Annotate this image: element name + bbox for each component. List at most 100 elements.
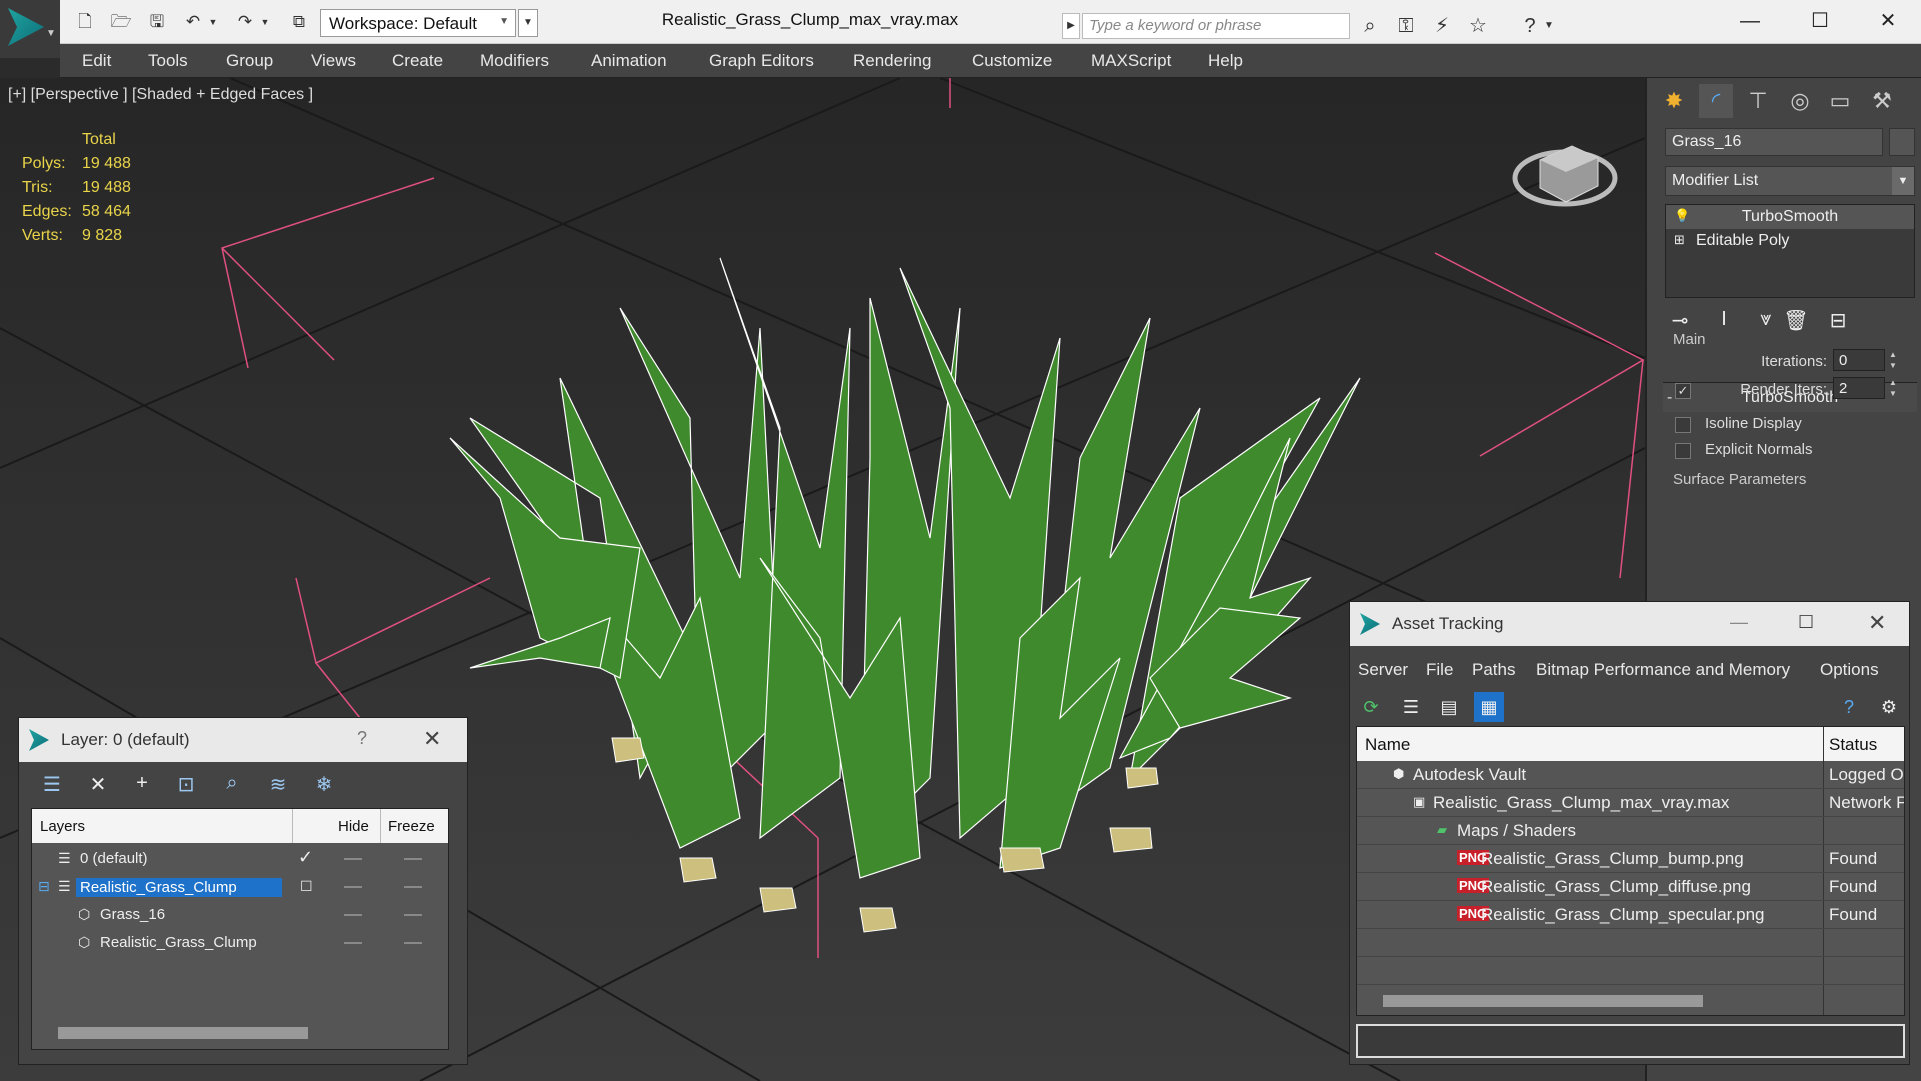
motion-tab-icon[interactable]: ◎: [1783, 84, 1817, 118]
vault-help-icon[interactable]: ?: [1834, 692, 1864, 722]
layer-row-realistic-grass-clump[interactable]: ⊟ ☰ Realistic_Grass_Clump ☐: [32, 873, 448, 901]
menu-tools[interactable]: Tools: [148, 51, 188, 71]
freeze-toggle[interactable]: [404, 914, 422, 916]
remove-modifier-icon[interactable]: 🗑: [1781, 308, 1811, 333]
redo-dropdown-icon[interactable]: ▼: [258, 9, 272, 35]
minimize-icon[interactable]: —: [1730, 612, 1748, 633]
spinner-arrows-icon[interactable]: ▲ ▼: [1887, 377, 1899, 399]
show-end-result-icon[interactable]: I: [1709, 308, 1739, 331]
view-cube[interactable]: [1512, 145, 1618, 207]
stack-item-editable-poly[interactable]: ⊞ Editable Poly: [1666, 229, 1914, 253]
explicit-normals-checkbox[interactable]: [1675, 443, 1691, 459]
lightbulb-icon[interactable]: 💡: [1674, 208, 1690, 224]
object-name-field[interactable]: Grass_16: [1665, 128, 1883, 156]
menu-options[interactable]: Options: [1820, 660, 1879, 680]
list-view-icon[interactable]: ☰: [1396, 692, 1426, 722]
minimize-icon[interactable]: —: [1720, 2, 1780, 40]
help-icon[interactable]: ?: [357, 728, 367, 749]
make-unique-icon[interactable]: ⩔: [1751, 308, 1781, 331]
delete-layer-icon[interactable]: ✕: [83, 772, 113, 802]
menu-rendering[interactable]: Rendering: [853, 51, 931, 71]
help-icon[interactable]: ?: [1516, 12, 1544, 40]
search-expand-button[interactable]: ▶: [1062, 13, 1080, 39]
menu-group[interactable]: Group: [226, 51, 273, 71]
freeze-toggle[interactable]: [404, 858, 422, 860]
undo-dropdown-icon[interactable]: ▼: [206, 9, 220, 35]
vault-settings-icon[interactable]: ⚙: [1874, 692, 1904, 722]
asset-dialog-titlebar[interactable]: Asset Tracking — ☐ ✕: [1350, 602, 1909, 646]
menu-maxscript[interactable]: MAXScript: [1091, 51, 1171, 71]
new-layer-icon[interactable]: ☰: [37, 772, 67, 802]
hide-toggle[interactable]: [344, 942, 362, 944]
help-dropdown-icon[interactable]: ▼: [1542, 12, 1556, 40]
hide-toggle[interactable]: [344, 858, 362, 860]
freeze-toggle[interactable]: [404, 886, 422, 888]
maximize-icon[interactable]: ☐: [1798, 612, 1814, 633]
asset-row-max-file[interactable]: ▣ Realistic_Grass_Clump_max_vray.max Net…: [1357, 789, 1904, 817]
object-color-swatch[interactable]: [1889, 128, 1915, 156]
menu-create[interactable]: Create: [392, 51, 443, 71]
select-objects-icon[interactable]: ⊡: [171, 772, 201, 802]
workspace-menu-button[interactable]: ▼: [518, 9, 538, 37]
layer-row-default[interactable]: ☰ 0 (default) ✓: [32, 845, 448, 873]
create-tab-icon[interactable]: ✸: [1657, 84, 1691, 118]
highlight-layer-icon[interactable]: ⌕: [217, 772, 247, 802]
hide-all-icon[interactable]: ≋: [263, 772, 293, 802]
isoline-display-checkbox[interactable]: [1675, 417, 1691, 433]
pin-stack-icon[interactable]: ⊸: [1665, 308, 1695, 333]
freeze-all-icon[interactable]: ❄: [309, 772, 339, 802]
add-to-layer-icon[interactable]: +: [127, 772, 157, 802]
workspace-dropdown[interactable]: Workspace: Default ▼: [320, 9, 516, 37]
viewport-label[interactable]: [+] [Perspective ] [Shaded + Edged Faces…: [8, 86, 313, 104]
column-freeze[interactable]: Freeze: [388, 818, 435, 835]
column-status[interactable]: Status: [1829, 735, 1877, 755]
thumbnail-view-icon[interactable]: ▤: [1434, 692, 1464, 722]
menu-file[interactable]: File: [1426, 660, 1453, 680]
close-icon[interactable]: ✕: [423, 726, 441, 752]
menu-paths[interactable]: Paths: [1472, 660, 1515, 680]
favorites-star-icon[interactable]: ☆: [1464, 12, 1492, 40]
menu-modifiers[interactable]: Modifiers: [480, 51, 549, 71]
asset-row-specular[interactable]: PNG Realistic_Grass_Clump_specular.png F…: [1357, 901, 1904, 929]
asset-row-bump[interactable]: PNG Realistic_Grass_Clump_bump.png Found: [1357, 845, 1904, 873]
table-view-icon[interactable]: ▦: [1474, 692, 1504, 722]
new-file-icon[interactable]: 🗋: [72, 9, 98, 35]
menu-animation[interactable]: Animation: [591, 51, 667, 71]
collapse-icon[interactable]: ⊟: [38, 878, 50, 895]
close-icon[interactable]: ✕: [1858, 2, 1918, 40]
layer-row-grass-16[interactable]: ⬡ Grass_16: [32, 901, 448, 929]
key-tools-icon[interactable]: ⚿: [1392, 12, 1420, 40]
project-folder-icon[interactable]: ⧉: [286, 9, 312, 35]
layer-row-realistic-grass-clump-object[interactable]: ⬡ Realistic_Grass_Clump: [32, 929, 448, 957]
freeze-toggle[interactable]: [404, 942, 422, 944]
communication-icon[interactable]: ⚡: [1428, 12, 1456, 40]
search-input[interactable]: Type a keyword or phrase: [1082, 13, 1350, 39]
column-layers[interactable]: Layers: [40, 818, 85, 835]
menu-graph-editors[interactable]: Graph Editors: [709, 51, 814, 71]
menu-bitmap-performance[interactable]: Bitmap Performance and Memory: [1536, 660, 1790, 680]
grass-clump-model[interactable]: [449, 257, 1361, 879]
asset-row-vault[interactable]: ⬢ Autodesk Vault Logged O: [1357, 761, 1904, 789]
configure-modifier-sets-icon[interactable]: ⊟: [1823, 308, 1853, 333]
menu-server[interactable]: Server: [1358, 660, 1408, 680]
hierarchy-tab-icon[interactable]: ⊤: [1741, 84, 1775, 118]
refresh-icon[interactable]: ⟳: [1356, 692, 1386, 722]
stack-item-turbosmooth[interactable]: 💡 TurboSmooth: [1666, 205, 1914, 229]
horizontal-scrollbar[interactable]: [1383, 995, 1703, 1007]
asset-row-diffuse[interactable]: PNG Realistic_Grass_Clump_diffuse.png Fo…: [1357, 873, 1904, 901]
set-active-layer-icon[interactable]: ☐: [300, 878, 313, 895]
active-layer-check-icon[interactable]: ✓: [298, 847, 313, 868]
modify-tab-icon[interactable]: ◜: [1699, 84, 1733, 118]
menu-customize[interactable]: Customize: [972, 51, 1052, 71]
save-icon[interactable]: 🖫: [144, 9, 170, 35]
hide-toggle[interactable]: [344, 886, 362, 888]
app-menu-button[interactable]: ▼: [0, 0, 60, 58]
menu-edit[interactable]: Edit: [82, 51, 111, 71]
expand-plus-icon[interactable]: ⊞: [1674, 232, 1685, 248]
open-folder-icon[interactable]: 🗁: [108, 9, 134, 35]
layer-dialog-titlebar[interactable]: Layer: 0 (default) ? ✕: [19, 718, 467, 762]
render-iters-spinner[interactable]: 2: [1833, 377, 1885, 399]
column-hide[interactable]: Hide: [338, 818, 369, 835]
menu-views[interactable]: Views: [311, 51, 356, 71]
menu-help[interactable]: Help: [1208, 51, 1243, 71]
